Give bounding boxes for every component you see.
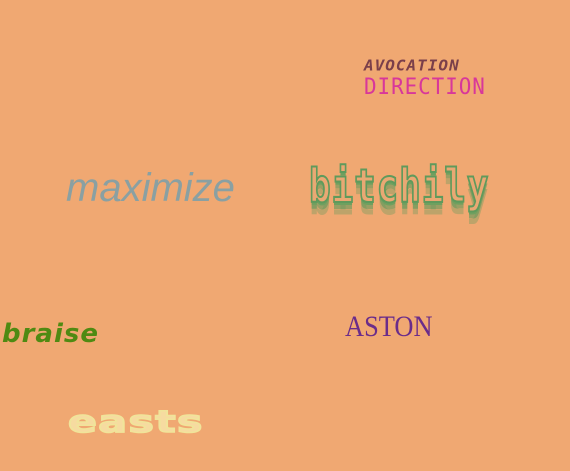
word-direction: DIRECTION [364, 75, 486, 100]
word-bitchily: bitchily [308, 159, 490, 214]
word-avocation: AVOCATION [364, 56, 460, 75]
word-aston: ASTON [345, 310, 433, 343]
word-easts: easts [67, 405, 204, 440]
word-canvas: AVOCATION DIRECTION maximize bitchily br… [0, 0, 570, 471]
word-braise: braise [2, 319, 99, 349]
word-maximize: maximize [66, 166, 235, 210]
